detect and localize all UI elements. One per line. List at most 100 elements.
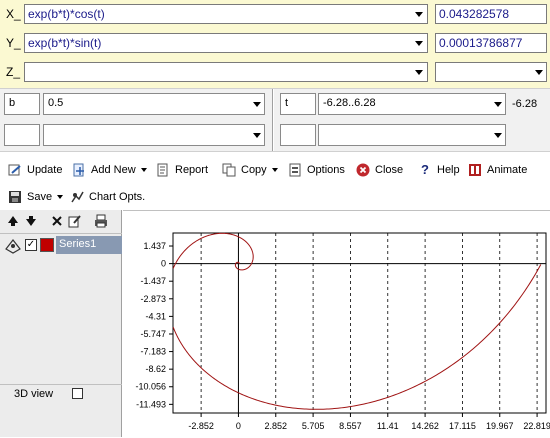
param-4-name-field[interactable] (280, 124, 316, 146)
update-button[interactable]: Update (8, 159, 62, 181)
param-b-name: b (9, 97, 16, 109)
param-t-name: t (285, 97, 289, 109)
y-label: Y_ (6, 36, 21, 50)
z-value-combo[interactable] (435, 62, 547, 82)
param-t-range: -6.28..6.28 (323, 97, 376, 109)
formula-panel: X_ exp(b*t)*cos(t) 0.043282578 Y_ exp(b*… (0, 0, 550, 88)
z-formula-row: Z_ (0, 62, 550, 82)
print-icon[interactable] (94, 214, 108, 228)
series-toolbar (0, 210, 122, 234)
report-button[interactable]: Report (156, 159, 208, 181)
dropdown-arrow-icon[interactable] (271, 168, 278, 172)
arrow-up-icon[interactable] (6, 214, 20, 228)
animate-button[interactable]: Animate (468, 159, 527, 181)
options-button[interactable]: Options (288, 159, 345, 181)
edit-icon[interactable] (68, 214, 82, 228)
z-expression-combo[interactable] (24, 62, 428, 82)
x-expression-combo[interactable]: exp(b*t)*cos(t) (24, 4, 428, 24)
param-t-current-value: -6.28 (512, 98, 538, 110)
param-b-value: 0.5 (48, 97, 64, 109)
x-tick-label: 19.967 (486, 421, 514, 431)
chevron-down-icon[interactable] (413, 63, 425, 81)
copy-button[interactable]: Copy (222, 159, 278, 181)
x-tick-label: 8.557 (339, 421, 362, 431)
add-new-icon (72, 163, 86, 177)
toolbar: Update Add New Report Copy Options Close… (0, 153, 550, 209)
save-icon (8, 190, 22, 204)
x-formula-row: X_ exp(b*t)*cos(t) 0.043282578 (0, 4, 550, 24)
series-visible-checkbox[interactable]: ✓ (25, 239, 37, 251)
x-label: X_ (6, 7, 21, 21)
x-tick-label: 17.115 (449, 421, 476, 431)
close-button[interactable]: Close (356, 159, 403, 181)
y-tick-label: 1.437 (143, 241, 166, 251)
copy-label: Copy (241, 164, 267, 176)
chart-options-button[interactable]: Chart Opts. (70, 186, 145, 208)
x-value-text: 0.043282578 (439, 7, 510, 21)
param-t-range-combo[interactable]: -6.28..6.28 (318, 93, 506, 115)
chevron-down-icon[interactable] (251, 95, 263, 113)
close-label: Close (375, 164, 404, 176)
dropdown-arrow-icon[interactable] (57, 195, 64, 199)
param-4-value-combo[interactable] (318, 124, 506, 146)
series-panel: ✓ Series1 3D view (0, 210, 122, 437)
param-2-name-field[interactable] (4, 124, 40, 146)
chart-area[interactable]: -2.852 0 2.852 5.705 8.557 11.41 14.262 17.115 1… (123, 210, 550, 437)
x-tick-label: 22.819 (523, 421, 550, 431)
y-expression-combo[interactable]: exp(b*t)*sin(t) (24, 33, 428, 53)
copy-icon (222, 163, 236, 177)
save-label: Save (27, 191, 53, 203)
chevron-down-icon[interactable] (492, 126, 504, 144)
series-name[interactable]: Series1 (56, 236, 122, 254)
close-icon (356, 163, 370, 177)
param-t-name-field[interactable]: t (280, 93, 316, 115)
dropdown-arrow-icon[interactable] (140, 168, 147, 172)
add-new-button[interactable]: Add New (72, 159, 147, 181)
chart-options-label: Chart Opts. (89, 191, 146, 203)
update-icon (8, 163, 22, 177)
y-tick-label: -7.183 (140, 347, 166, 357)
options-label: Options (307, 164, 345, 176)
report-label: Report (175, 164, 209, 176)
x-tick-label: -2.852 (188, 421, 214, 431)
chevron-down-icon[interactable] (533, 63, 545, 81)
animate-label: Animate (487, 164, 528, 176)
x-expression-text: exp(b*t)*cos(t) (28, 7, 105, 21)
x-tick-label: 5.705 (302, 421, 325, 431)
y-expression-text: exp(b*t)*sin(t) (28, 36, 102, 50)
y-value-combo[interactable]: 0.00013786877 (435, 33, 547, 53)
3d-view-label: 3D view (14, 388, 54, 400)
y-tick-label: -2.873 (140, 294, 166, 304)
param-b-name-field[interactable]: b (4, 93, 40, 115)
plot-frame (172, 232, 547, 414)
x-tick-label: 14.262 (411, 421, 439, 431)
panel-divider (272, 89, 274, 151)
y-tick-label: -4.31 (145, 311, 166, 321)
chevron-down-icon[interactable] (251, 126, 263, 144)
help-icon: ? (421, 162, 429, 177)
animate-icon (468, 163, 482, 177)
delete-icon[interactable] (50, 214, 64, 228)
3d-view-checkbox[interactable] (72, 388, 83, 399)
z-label: Z_ (6, 65, 21, 79)
y-tick-label: -8.62 (145, 364, 166, 374)
x-tick-label: 0 (236, 421, 241, 431)
param-2-value-combo[interactable] (43, 124, 265, 146)
arrow-down-icon[interactable] (24, 214, 38, 228)
param-b-value-combo[interactable]: 0.5 (43, 93, 265, 115)
3d-view-row: 3D view (0, 384, 122, 402)
help-button[interactable]: ? Help (418, 159, 460, 181)
help-label: Help (437, 164, 460, 176)
chevron-down-icon[interactable] (492, 95, 504, 113)
y-value-text: 0.00013786877 (439, 36, 523, 50)
x-value-combo[interactable]: 0.043282578 (435, 4, 547, 24)
series-style-icon[interactable] (4, 237, 22, 255)
save-button[interactable]: Save (8, 186, 64, 208)
add-new-label: Add New (91, 164, 136, 176)
series-row[interactable]: ✓ Series1 (0, 236, 122, 256)
chevron-down-icon[interactable] (413, 34, 425, 52)
y-tick-label: -5.747 (140, 329, 166, 339)
chevron-down-icon[interactable] (413, 5, 425, 23)
series-color-swatch[interactable] (40, 238, 54, 252)
x-tick-label: 11.41 (377, 421, 399, 431)
